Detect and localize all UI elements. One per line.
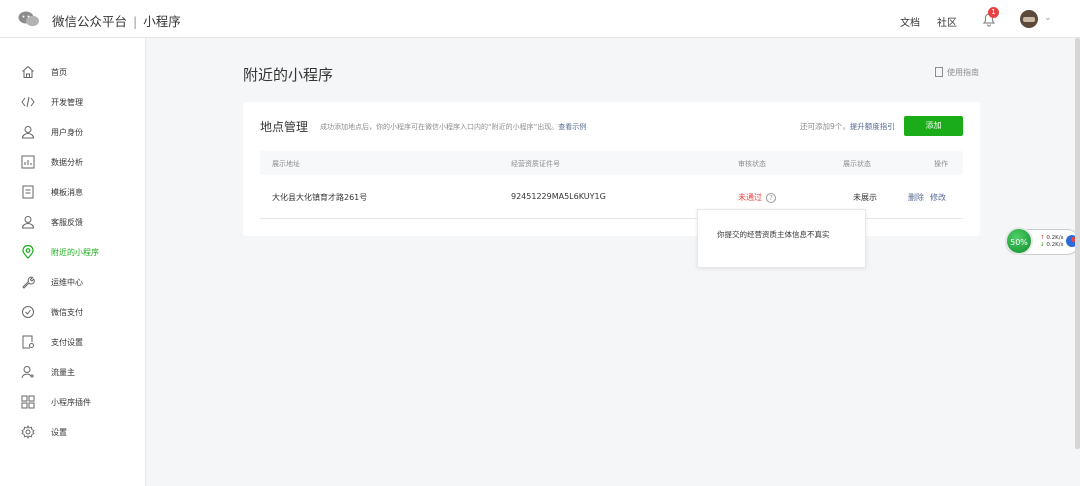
location-management-card: 地点管理 成功添加地点后，你的小程序可在微信小程序入口内的“附近的小程序”出现。… [243, 102, 980, 236]
network-load-indicator: 50% [1005, 227, 1033, 255]
chevron-down-icon[interactable]: ⌄ [1044, 13, 1052, 23]
cell-display-status: 未展示 [853, 193, 877, 202]
brand-title[interactable]: 微信公众平台 | 小程序 [52, 11, 181, 30]
sidebar-item-label: 小程序插件 [51, 398, 91, 407]
column-header-license: 经营资质证件号 [511, 160, 560, 168]
sidebar-item-label: 首页 [51, 68, 67, 77]
sidebar-item-home[interactable]: 首页 [0, 58, 145, 88]
arrow-up-icon: ↑ [1040, 235, 1045, 241]
traffic-icon [21, 366, 34, 379]
sidebar-item-label: 运维中心 [51, 278, 83, 287]
column-header-address: 展示地址 [272, 160, 300, 168]
scrollbar[interactable] [1075, 38, 1080, 449]
pay-settings-icon [22, 335, 34, 349]
document-icon [935, 67, 943, 77]
platform-name: 微信公众平台 [52, 14, 128, 29]
network-speed-widget[interactable]: 50% ↑ 0.2K/s ↓ 0.2K/s [1005, 227, 1080, 255]
upload-speed-value: 0.2K/s [1046, 235, 1064, 241]
cell-review-status: 未通过? [738, 192, 776, 203]
sidebar-item-settings[interactable]: 设置 [0, 418, 145, 448]
quota-info: 还可添加9个，提升额度指引 [800, 121, 895, 132]
page-title: 附近的小程序 [243, 66, 334, 84]
sidebar-item-template[interactable]: 模板消息 [0, 178, 145, 208]
sidebar-item-wxpay[interactable]: 微信支付 [0, 298, 145, 328]
wrench-icon [22, 276, 35, 289]
arrow-down-icon: ↓ [1040, 242, 1045, 248]
description-text: 成功添加地点后，你的小程序可在微信小程序入口内的“附近的小程序”出现。 [320, 123, 559, 131]
sidebar-item-label: 用户身份 [51, 128, 83, 137]
sidebar-item-label: 流量主 [51, 368, 75, 377]
sidebar-item-user[interactable]: 用户身份 [0, 118, 145, 148]
sidebar-item-plugins[interactable]: 小程序插件 [0, 388, 145, 418]
question-mark-icon[interactable]: ? [766, 193, 776, 203]
review-status-text: 未通过 [738, 193, 762, 202]
download-speed-value: 0.2K/s [1046, 242, 1064, 248]
column-header-actions: 操作 [934, 160, 948, 168]
sidebar-item-dev[interactable]: 开发管理 [0, 88, 145, 118]
column-header-display: 展示状态 [843, 160, 871, 168]
message-icon [22, 185, 34, 199]
avatar[interactable] [1020, 10, 1038, 28]
view-example-link[interactable]: 查看示例 [558, 123, 586, 131]
plugin-icon [21, 395, 35, 409]
add-button[interactable]: 添加 [904, 116, 963, 136]
cell-address: 大化县大化镇育才路261号 [272, 193, 368, 202]
tooltip-text: 你提交的经营资质主体信息不真实 [717, 230, 830, 239]
sidebar-item-label: 支付设置 [51, 338, 83, 347]
edit-link[interactable]: 修改 [930, 193, 946, 202]
sidebar-item-feedback[interactable]: 客服反馈 [0, 208, 145, 238]
table-header: 展示地址 经营资质证件号 审核状态 展示状态 操作 [260, 151, 963, 175]
section-description: 成功添加地点后，你的小程序可在微信小程序入口内的“附近的小程序”出现。查看示例 [320, 122, 586, 132]
support-icon [21, 216, 35, 229]
location-icon [22, 245, 34, 259]
sidebar-item-pay-settings[interactable]: 支付设置 [0, 328, 145, 358]
sidebar-item-analytics[interactable]: 数据分析 [0, 148, 145, 178]
brand-separator: | [133, 14, 138, 29]
sidebar-item-nearby[interactable]: 附近的小程序 [0, 238, 145, 268]
home-icon [22, 65, 34, 78]
sidebar-item-label: 开发管理 [51, 98, 83, 107]
usage-guide-label: 使用指南 [947, 68, 979, 77]
docs-link[interactable]: 文档 [900, 14, 920, 29]
cell-license: 92451229MA5L6KUY1G [511, 192, 606, 201]
rejection-reason-tooltip: 你提交的经营资质主体信息不真实 [697, 209, 866, 268]
user-icon [21, 126, 35, 139]
upload-speed: ↑ 0.2K/s [1040, 235, 1063, 241]
pay-icon [22, 306, 34, 318]
usage-guide-link[interactable]: 使用指南 [935, 67, 979, 78]
sidebar-item-label: 设置 [51, 428, 67, 437]
quota-guide-link[interactable]: 提升额度指引 [850, 122, 895, 131]
gear-icon [21, 425, 35, 439]
community-link[interactable]: 社区 [937, 14, 957, 29]
notification-badge: 1 [988, 7, 999, 18]
sidebar-item-traffic[interactable]: 流量主 [0, 358, 145, 388]
product-name: 小程序 [143, 14, 181, 29]
cell-actions: 删除 修改 [908, 192, 952, 203]
sidebar-item-label: 模板消息 [51, 188, 83, 197]
column-header-review: 审核状态 [738, 160, 766, 168]
wechat-logo-icon [18, 11, 39, 27]
quota-text: 还可添加9个， [800, 122, 850, 131]
sidebar-item-ops[interactable]: 运维中心 [0, 268, 145, 298]
sidebar-item-label: 附近的小程序 [51, 248, 99, 257]
delete-link[interactable]: 删除 [908, 193, 924, 202]
top-bar: 微信公众平台 | 小程序 文档 社区 1 ⌄ [0, 0, 1080, 38]
chart-icon [21, 155, 35, 169]
download-speed: ↓ 0.2K/s [1040, 242, 1063, 248]
sidebar-item-label: 微信支付 [51, 308, 83, 317]
code-icon [21, 96, 35, 108]
sidebar: 首页 开发管理 用户身份 数据分析 模板消息 客服反馈 附近的小程序 运维中心 … [0, 38, 146, 486]
sidebar-item-label: 客服反馈 [51, 218, 83, 227]
section-title: 地点管理 [260, 120, 309, 134]
sidebar-item-label: 数据分析 [51, 158, 83, 167]
